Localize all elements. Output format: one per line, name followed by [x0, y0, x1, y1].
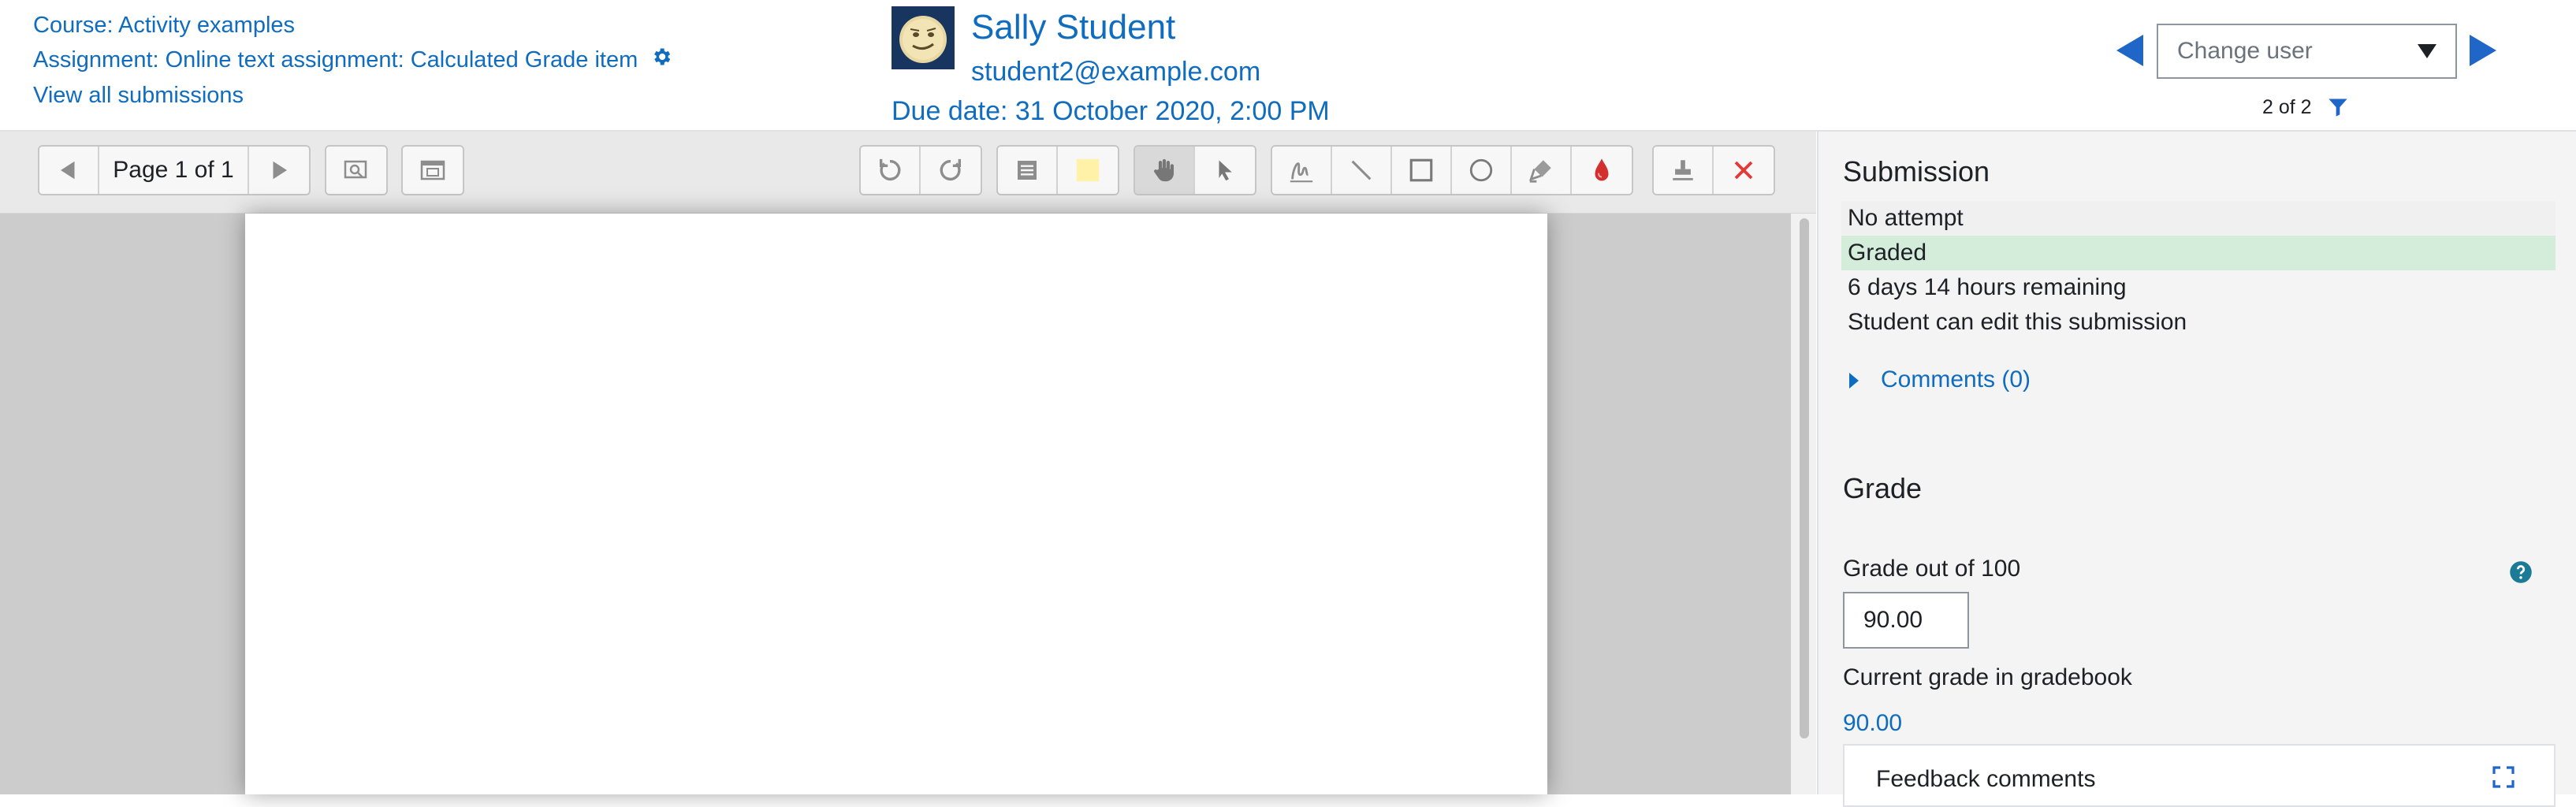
hand-icon	[1154, 158, 1174, 182]
scrollbar-thumb[interactable]	[1800, 218, 1809, 738]
user-count: 2 of 2	[2262, 96, 2312, 118]
rotate-right-icon	[940, 158, 962, 181]
previous-page-icon	[61, 161, 75, 180]
expand-comments-button[interactable]	[403, 147, 463, 194]
search-comments-button[interactable]	[326, 147, 386, 194]
pen-tool-button[interactable]	[1272, 147, 1332, 194]
stamp-icon	[1673, 160, 1693, 180]
feedback-comments-label: Feedback comments	[1876, 766, 2096, 792]
current-grade-link[interactable]: 90.00	[1843, 710, 1902, 737]
rotate-right-button[interactable]	[921, 147, 981, 194]
previous-page-button[interactable]	[39, 147, 99, 194]
rectangle-icon	[1409, 158, 1433, 182]
due-date: Due date: 31 October 2020, 2:00 PM	[892, 96, 1330, 126]
line-tool-button[interactable]	[1332, 147, 1392, 194]
comment-button[interactable]	[998, 147, 1058, 194]
expand-triangle-icon	[1849, 373, 1859, 389]
stamp-group	[1652, 145, 1775, 195]
pen-icon	[1290, 162, 1313, 183]
expand-editor-icon[interactable]	[2491, 764, 2516, 794]
previous-user-icon[interactable]	[2116, 35, 2143, 66]
drawing-tools-group	[1271, 145, 1633, 195]
stroke-colour-button[interactable]	[1572, 147, 1632, 194]
user-name-link[interactable]: Sally Student	[971, 8, 1175, 47]
pan-tool-button[interactable]	[1135, 147, 1195, 194]
feedback-comments-box: Feedback comments	[1843, 744, 2556, 807]
user-email-link[interactable]: student2@example.com	[971, 57, 1260, 87]
status-row: 6 days 14 hours remaining	[1848, 274, 2127, 300]
pdf-page[interactable]	[245, 214, 1547, 794]
annotation-toolbar: Page 1 of 1	[0, 132, 1816, 214]
assignment-link[interactable]: Assignment: Online text assignment: Calc…	[33, 47, 638, 73]
pdf-scrollbar[interactable]	[1791, 214, 1816, 794]
grade-panel: Submission No attempt Graded 6 days 14 h…	[1817, 132, 2576, 807]
course-link[interactable]: Course: Activity examples	[33, 13, 295, 38]
oval-icon	[1469, 158, 1493, 182]
next-page-icon	[273, 161, 287, 180]
rectangle-tool-button[interactable]	[1392, 147, 1452, 194]
expand-group	[401, 145, 464, 195]
grade-label: Grade out of 100	[1843, 556, 2021, 582]
view-all-submissions-link[interactable]: View all submissions	[33, 83, 244, 108]
next-page-button[interactable]	[249, 147, 309, 194]
filter-icon[interactable]	[2327, 96, 2349, 122]
close-icon	[1734, 161, 1753, 180]
header-links: Course: Activity examples Assignment: On…	[33, 8, 672, 113]
rotate-left-button[interactable]	[861, 147, 921, 194]
search-comments-group	[325, 145, 388, 195]
highlighter-icon	[1529, 160, 1551, 183]
cursor-icon	[1219, 160, 1232, 181]
comment-colour-button[interactable]	[1058, 147, 1118, 194]
search-comments-icon	[344, 160, 367, 179]
pan-select-group	[1134, 145, 1256, 195]
line-icon	[1351, 160, 1372, 180]
expand-icon	[420, 160, 445, 180]
comment-group	[996, 145, 1119, 195]
pdf-viewer[interactable]	[0, 214, 1791, 794]
status-row: No attempt	[1841, 201, 2556, 236]
rotate-left-icon	[879, 158, 901, 181]
help-icon[interactable]	[2509, 560, 2533, 588]
stamp-tool-button[interactable]	[1654, 147, 1714, 194]
grade-input[interactable]: 90.00	[1843, 592, 1969, 649]
rotate-group	[859, 145, 982, 195]
yellow-square-icon	[1076, 158, 1100, 182]
caret-down-icon	[2418, 44, 2436, 58]
status-row: Graded	[1841, 236, 2556, 270]
gear-icon[interactable]	[650, 43, 672, 78]
highlighter-tool-button[interactable]	[1512, 147, 1572, 194]
page-label[interactable]: Page 1 of 1	[99, 147, 249, 194]
avatar[interactable]	[892, 6, 955, 69]
page-navigation: Page 1 of 1	[38, 145, 311, 195]
change-user-select[interactable]: Change user	[2157, 24, 2457, 79]
comment-icon	[1018, 161, 1037, 180]
comments-toggle[interactable]: Comments (0)	[1849, 366, 2031, 393]
grade-heading: Grade	[1843, 472, 1923, 504]
grader-header: Course: Activity examples Assignment: On…	[0, 0, 2576, 132]
select-tool-button[interactable]	[1195, 147, 1255, 194]
change-user-placeholder: Change user	[2177, 38, 2313, 64]
oval-tool-button[interactable]	[1452, 147, 1512, 194]
delete-annotation-button[interactable]	[1714, 147, 1774, 194]
status-row: Student can edit this submission	[1848, 309, 2187, 335]
submission-heading: Submission	[1843, 155, 1990, 188]
next-user-icon[interactable]	[2470, 35, 2496, 66]
ink-drop-icon	[1595, 158, 1609, 181]
current-grade-label: Current grade in gradebook	[1843, 664, 2132, 690]
